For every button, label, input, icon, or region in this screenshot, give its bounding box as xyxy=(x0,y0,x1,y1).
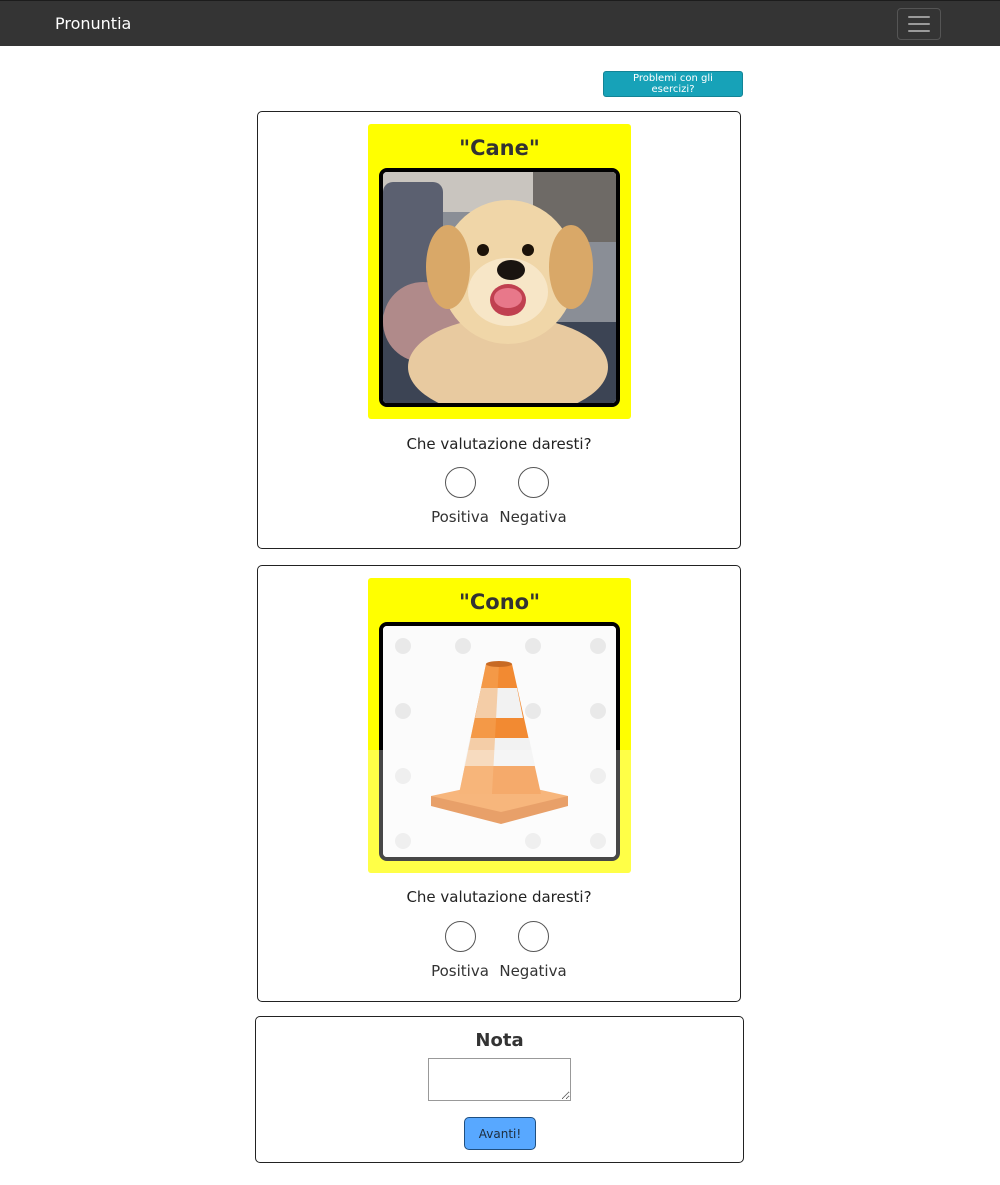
puppy-image xyxy=(383,172,616,403)
note-title: Nota xyxy=(475,1030,524,1051)
brand-logo-text[interactable]: Pronuntia xyxy=(55,14,131,33)
puppy-photo xyxy=(379,168,620,407)
word-title: "Cane" xyxy=(459,136,540,160)
word-card: "Cane" xyxy=(368,124,631,419)
radio-button-positive[interactable] xyxy=(444,467,476,498)
hamburger-menu-icon[interactable] xyxy=(897,8,941,40)
cone-image xyxy=(383,626,616,857)
rating-option-positive[interactable]: Positiva xyxy=(420,921,500,980)
menu-bar-line xyxy=(908,23,930,25)
radio-label-negative: Negativa xyxy=(499,508,567,526)
top-navbar: Pronuntia xyxy=(0,0,1000,46)
rating-radio-group: Positiva Negativa xyxy=(418,467,578,531)
exercise-card: "Cane" Che valutazione daresti? Positiva… xyxy=(257,111,741,549)
radio-label-positive: Positiva xyxy=(431,508,489,526)
rating-option-negative[interactable]: Negativa xyxy=(493,467,573,526)
menu-bar-line xyxy=(908,30,930,32)
rating-question: Che valutazione daresti? xyxy=(406,435,592,453)
radio-button-negative[interactable] xyxy=(517,467,549,498)
next-button[interactable]: Avanti! xyxy=(464,1117,536,1150)
note-card: Nota Avanti! xyxy=(255,1016,744,1163)
menu-bar-line xyxy=(908,16,930,18)
rating-question: Che valutazione daresti? xyxy=(406,888,592,906)
rating-option-positive[interactable]: Positiva xyxy=(420,467,500,526)
exercise-card: "Cono" Che valutazione daresti? Positiva… xyxy=(257,565,741,1002)
traffic-cone-illustration xyxy=(379,622,620,861)
exercise-help-button[interactable]: Problemi con gli esercizi? xyxy=(603,71,743,97)
note-textarea[interactable] xyxy=(428,1058,571,1101)
rating-radio-group: Positiva Negativa xyxy=(418,921,578,985)
word-title: "Cono" xyxy=(458,590,541,614)
radio-button-positive[interactable] xyxy=(444,921,476,952)
radio-button-negative[interactable] xyxy=(517,921,549,952)
word-card: "Cono" xyxy=(368,578,631,873)
rating-option-negative[interactable]: Negativa xyxy=(493,921,573,980)
radio-label-negative: Negativa xyxy=(499,962,567,980)
radio-label-positive: Positiva xyxy=(431,962,489,980)
